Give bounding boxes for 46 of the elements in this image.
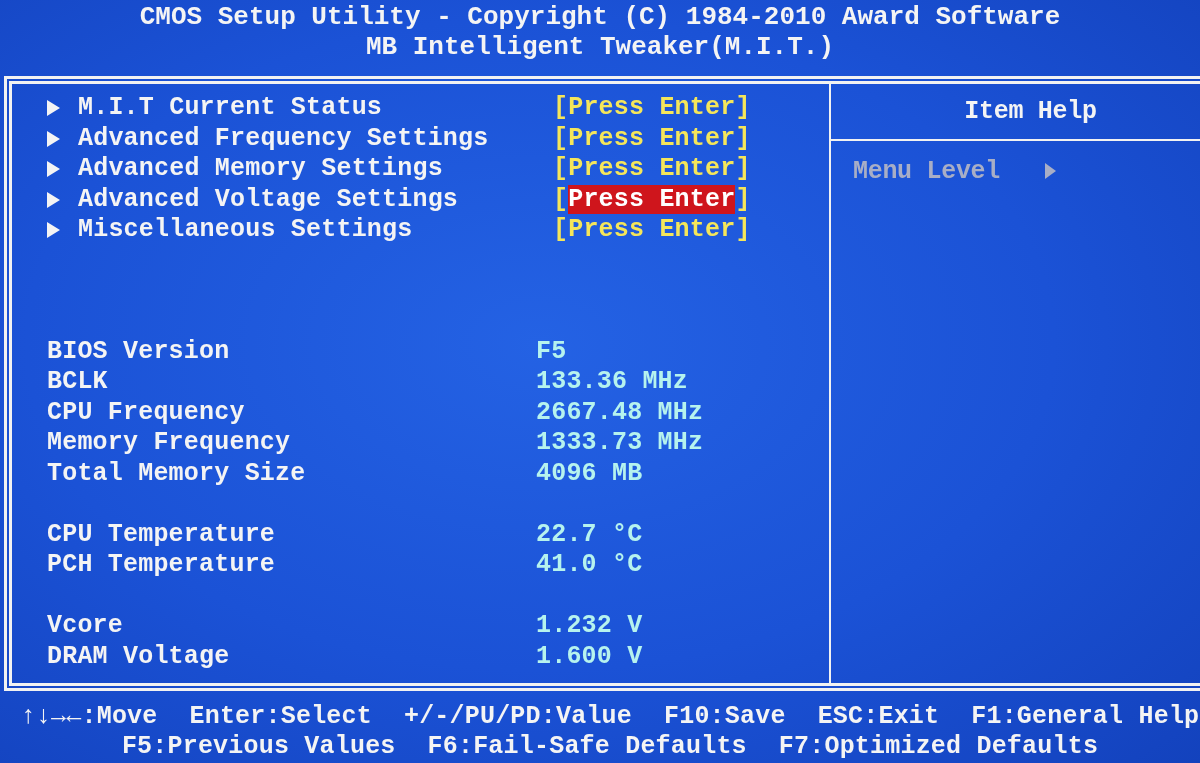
key-hint: +/-/PU/PD:Value <box>403 702 632 732</box>
window-title: CMOS Setup Utility - Copyright (C) 1984-2010 Award Software <box>139 2 1061 32</box>
info-value: 133.36 MHz <box>536 367 689 398</box>
caret-icon <box>47 222 60 239</box>
info-label: BCLK <box>47 367 108 398</box>
menu-item-label[interactable]: Miscellaneous Settings <box>78 215 553 246</box>
menu-level-label: Menu Level <box>853 156 1001 186</box>
info-value: 41.0 °C <box>536 550 643 581</box>
info-label: PCH Temperature <box>47 550 276 581</box>
key-hint: F6:Fail-Safe Defaults <box>427 732 747 762</box>
info-label: CPU Frequency <box>47 397 245 428</box>
key-hint: F5:Previous Values <box>121 732 396 762</box>
key-hint: F10:Save <box>664 702 786 732</box>
caret-icon <box>1045 163 1057 179</box>
menu-item-value[interactable]: [Press Enter] <box>553 215 751 246</box>
menu-item-label[interactable]: Advanced Memory Settings <box>78 154 553 185</box>
info-value: 1.232 V <box>536 611 643 642</box>
menu-item-label[interactable]: M.I.T Current Status <box>78 93 553 124</box>
caret-icon <box>47 161 60 178</box>
key-hint: F7:Optimized Defaults <box>778 732 1099 762</box>
menu-item-value[interactable]: [Press Enter] <box>553 123 751 154</box>
key-hint: F1:General Help <box>971 702 1200 732</box>
info-value: F5 <box>536 336 567 367</box>
info-label: Vcore <box>47 611 123 642</box>
info-value: 22.7 °C <box>536 519 643 550</box>
menu-item-value[interactable]: [Press Enter] <box>553 154 751 185</box>
help-title: Item Help <box>964 97 1097 126</box>
info-value: 2667.48 MHz <box>536 397 704 428</box>
menu-item-label[interactable]: Advanced Frequency Settings <box>78 123 553 154</box>
info-value: 4096 MB <box>536 458 643 489</box>
info-label: Total Memory Size <box>47 458 306 489</box>
page-subtitle: MB Intelligent Tweaker(M.I.T.) <box>365 32 835 62</box>
caret-icon <box>47 130 60 147</box>
menu-item-label[interactable]: Advanced Voltage Settings <box>78 184 553 215</box>
info-value: 1.600 V <box>536 641 643 672</box>
info-label: DRAM Voltage <box>47 641 230 672</box>
caret-icon <box>47 100 60 117</box>
menu-item-value[interactable]: [Press Enter] <box>553 93 751 124</box>
info-label: CPU Temperature <box>47 519 276 550</box>
info-label: Memory Frequency <box>47 428 291 459</box>
info-label: BIOS Version <box>47 336 230 367</box>
key-hint: Enter:Select <box>189 702 372 732</box>
key-hint: ↑↓→←:Move <box>20 702 158 732</box>
key-hint: ESC:Exit <box>817 702 940 732</box>
caret-icon <box>47 191 60 208</box>
info-value: 1333.73 MHz <box>536 428 704 459</box>
